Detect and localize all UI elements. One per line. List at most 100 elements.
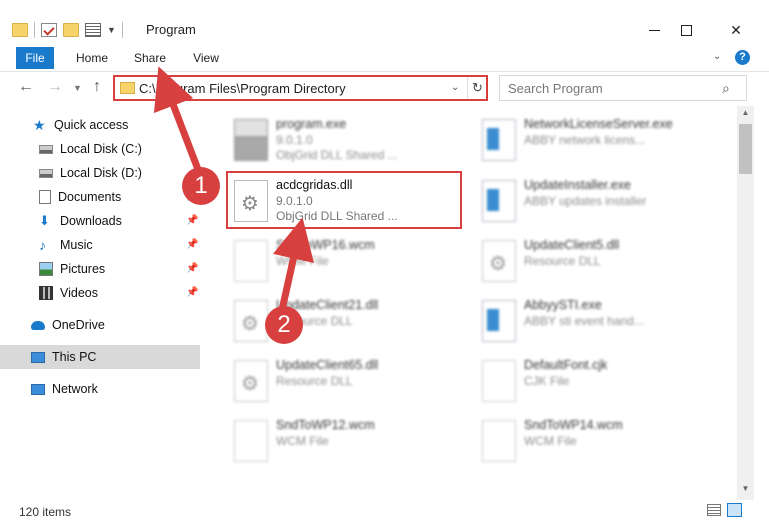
help-icon[interactable]: ? xyxy=(735,50,750,65)
file-type: Resource DLL xyxy=(524,254,601,268)
new-folder-icon[interactable] xyxy=(63,23,79,37)
scroll-up-icon[interactable]: ▲ xyxy=(737,108,754,122)
refresh-icon[interactable]: ↻ xyxy=(467,77,487,99)
maximize-button[interactable] xyxy=(663,16,709,44)
file-description: ObjGrid DLL Shared ... xyxy=(276,148,398,162)
sidebar-item-label: This PC xyxy=(52,350,97,364)
pictures-icon xyxy=(39,262,53,276)
file-name: SndToWP14.wcm xyxy=(524,418,623,432)
file-item-program-exe[interactable]: program.exe 9.0.1.0 ObjGrid DLL Shared .… xyxy=(228,111,468,167)
close-icon: ✕ xyxy=(730,21,742,38)
search-input[interactable]: Search Program ⌕ xyxy=(499,75,747,101)
address-path[interactable]: C:\Program Files\Program Directory xyxy=(139,81,346,96)
address-bar[interactable]: C:\Program Files\Program Directory ⌄ ↻ xyxy=(113,75,488,101)
file-description: ABBY sti event hand... xyxy=(524,314,644,328)
file-name: SndToWP12.wcm xyxy=(276,418,375,432)
up-arrow-icon[interactable]: ↑ xyxy=(93,78,101,96)
scroll-thumb[interactable] xyxy=(739,124,752,174)
back-arrow-icon[interactable]: ← xyxy=(18,78,34,96)
sidebar-item-this-pc[interactable]: This PC xyxy=(0,345,200,369)
file-item-updateinstaller-exe[interactable]: UpdateInstaller.exe ABBY updates install… xyxy=(476,172,716,228)
sidebar-item-music[interactable]: ♪ Music 📌 xyxy=(0,233,200,257)
file-item-updateclient65-dll[interactable]: UpdateClient65.dll Resource DLL xyxy=(228,352,468,408)
customize-icon[interactable] xyxy=(85,23,101,37)
step-badge-1: 1 xyxy=(182,167,220,205)
tab-file[interactable]: File xyxy=(16,47,54,69)
tab-view[interactable]: View xyxy=(186,47,226,69)
navigation-pane: ★ Quick access Local Disk (C:) Local Dis… xyxy=(0,106,206,500)
sidebar-item-local-disk-d[interactable]: Local Disk (D:) xyxy=(0,161,200,185)
file-name: AbbyySTI.exe xyxy=(524,298,602,312)
network-icon xyxy=(31,383,45,395)
close-button[interactable]: ✕ xyxy=(713,16,759,44)
sidebar-item-label: Quick access xyxy=(54,118,129,132)
tab-home[interactable]: Home xyxy=(70,47,114,69)
forward-arrow-icon[interactable]: → xyxy=(47,78,63,96)
sidebar-item-local-disk-c[interactable]: Local Disk (C:) xyxy=(0,137,200,161)
cloud-icon xyxy=(31,320,45,330)
chevron-down-icon[interactable]: ▼ xyxy=(107,25,116,35)
sidebar-item-label: Music xyxy=(60,238,93,252)
pc-icon xyxy=(31,351,45,363)
file-name: SndToWP16.wcm xyxy=(276,238,375,252)
pin-icon: 📌 xyxy=(186,239,199,250)
folder-icon xyxy=(120,82,135,94)
file-description: ABBY updates installer xyxy=(524,194,647,208)
disk-icon xyxy=(39,168,53,178)
details-view-icon[interactable] xyxy=(707,504,721,516)
search-placeholder: Search Program xyxy=(508,81,603,96)
properties-check-icon[interactable] xyxy=(41,23,57,37)
file-name: UpdateInstaller.exe xyxy=(524,178,632,192)
recent-locations-icon[interactable]: ▼ xyxy=(73,83,82,93)
file-item-sndtowp12-wcm[interactable]: SndToWP12.wcm WCM File xyxy=(228,412,468,468)
file-name: program.exe xyxy=(276,117,347,131)
file-list: program.exe 9.0.1.0 ObjGrid DLL Shared .… xyxy=(206,106,736,500)
dll-icon xyxy=(482,240,516,282)
sidebar-item-quick-access[interactable]: ★ Quick access xyxy=(0,113,200,137)
folder-icon xyxy=(12,23,28,37)
file-name: NetworkLicenseServer.exe xyxy=(524,117,673,131)
item-count: 120 items xyxy=(19,505,72,519)
sidebar-item-downloads[interactable]: ⬇ Downloads 📌 xyxy=(0,209,200,233)
file-type: CJK File xyxy=(524,374,570,388)
tab-share[interactable]: Share xyxy=(128,47,172,69)
file-type: Resource DLL xyxy=(276,374,353,388)
tiles-view-icon[interactable] xyxy=(727,503,742,517)
vertical-scrollbar[interactable]: ▲ ▼ xyxy=(737,106,754,500)
file-type: WCM File xyxy=(524,434,577,448)
file-item-updateclient21-dll[interactable]: UpdateClient21.dll Resource DLL xyxy=(228,292,468,348)
toolbar-divider xyxy=(121,22,123,38)
sidebar-item-label: Videos xyxy=(60,286,98,300)
file-item-sndtowp16-wcm[interactable]: SndToWP16.wcm WCM File xyxy=(228,232,468,288)
search-icon[interactable]: ⌕ xyxy=(722,80,730,97)
file-type: WCM File xyxy=(276,254,329,268)
file-item-abbyysti-exe[interactable]: AbbyySTI.exe ABBY sti event hand... xyxy=(476,292,716,348)
file-type: WCM File xyxy=(276,434,329,448)
status-bar: 120 items xyxy=(0,500,769,531)
pin-icon: 📌 xyxy=(186,287,199,298)
sidebar-item-label: Local Disk (D:) xyxy=(60,166,142,180)
document-icon xyxy=(234,420,268,462)
sidebar-item-network[interactable]: Network xyxy=(0,377,200,401)
sidebar-item-pictures[interactable]: Pictures 📌 xyxy=(0,257,200,281)
sidebar-item-onedrive[interactable]: OneDrive xyxy=(0,313,200,337)
file-item-defaultfont-cjk[interactable]: DefaultFont.cjk CJK File xyxy=(476,352,716,408)
file-name: DefaultFont.cjk xyxy=(524,358,608,372)
expand-ribbon-icon[interactable]: ⌄ xyxy=(713,51,721,62)
file-item-updateclient5-dll[interactable]: UpdateClient5.dll Resource DLL xyxy=(476,232,716,288)
file-version: 9.0.1.0 xyxy=(276,133,313,147)
pin-icon: 📌 xyxy=(186,263,199,274)
ribbon: File Home Share View ⌄ ? xyxy=(0,44,769,72)
sidebar-item-label: Documents xyxy=(58,190,122,204)
toolbar-divider xyxy=(34,22,35,38)
sidebar-item-label: Local Disk (C:) xyxy=(60,142,142,156)
window-title: Program xyxy=(146,22,196,37)
scroll-down-icon[interactable]: ▼ xyxy=(737,484,754,498)
sidebar-item-label: Pictures xyxy=(60,262,106,276)
sidebar-item-videos[interactable]: Videos 📌 xyxy=(0,281,200,305)
sidebar-item-documents[interactable]: Documents 📌 xyxy=(0,185,200,209)
explorer-window: ▼ Program ✕ File Home Share View ⌄ ? ← →… xyxy=(0,0,769,531)
file-item-networklicenseserver-exe[interactable]: NetworkLicenseServer.exe ABBY network li… xyxy=(476,111,716,167)
chevron-down-icon[interactable]: ⌄ xyxy=(451,82,459,93)
file-item-sndtowp14-wcm[interactable]: SndToWP14.wcm WCM File xyxy=(476,412,716,468)
